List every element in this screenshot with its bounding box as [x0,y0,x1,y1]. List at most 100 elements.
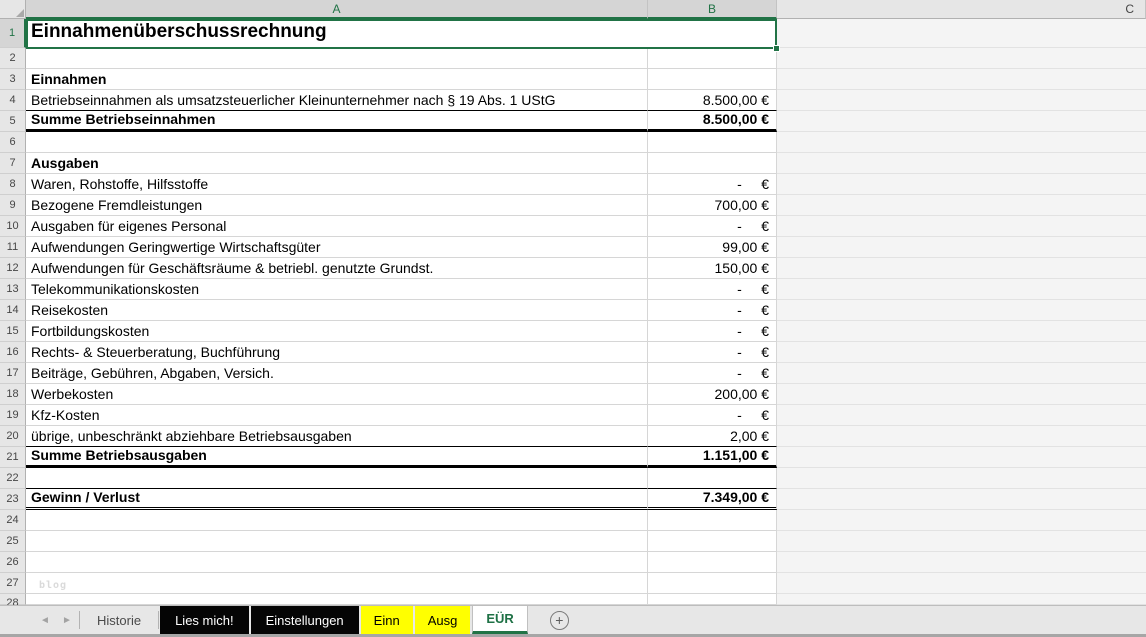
cell-A12[interactable]: Aufwendungen für Geschäftsräume & betrie… [26,258,648,279]
cell-B19[interactable]: - € [648,405,777,426]
row-header-5[interactable]: 5 [0,111,26,132]
cell-A6[interactable] [26,132,648,153]
cell-B16[interactable]: - € [648,342,777,363]
cell-C5[interactable] [777,111,1146,132]
row-header-16[interactable]: 16 [0,342,26,363]
row-header-10[interactable]: 10 [0,216,26,237]
cell-B6[interactable] [648,132,777,153]
row-header-23[interactable]: 23 [0,489,26,510]
cell-C15[interactable] [777,321,1146,342]
cell-C22[interactable] [777,468,1146,489]
cell-C3[interactable] [777,69,1146,90]
cell-B21[interactable]: 1.151,00 € [648,447,777,468]
row-header-4[interactable]: 4 [0,90,26,111]
cell-A20[interactable]: übrige, unbeschränkt abziehbare Betriebs… [26,426,648,447]
cell-B4[interactable]: 8.500,00 € [648,90,777,111]
cell-B3[interactable] [648,69,777,90]
cell-A14[interactable]: Reisekosten [26,300,648,321]
cell-C26[interactable] [777,552,1146,573]
sheet-tab-eür[interactable]: EÜR [472,606,527,634]
cell-A5[interactable]: Summe Betriebseinnahmen [26,111,648,132]
cell-C9[interactable] [777,195,1146,216]
cell-B23[interactable]: 7.349,00 € [648,489,777,510]
cell-B11[interactable]: 99,00 € [648,237,777,258]
cell-B5[interactable]: 8.500,00 € [648,111,777,132]
cell-A13[interactable]: Telekommunikationskosten [26,279,648,300]
row-header-22[interactable]: 22 [0,468,26,489]
cell-A27[interactable]: blog [26,573,648,594]
cell-C13[interactable] [777,279,1146,300]
cell-A23[interactable]: Gewinn / Verlust [26,489,648,510]
cell-A7[interactable]: Ausgaben [26,153,648,174]
cell-C6[interactable] [777,132,1146,153]
cell-C16[interactable] [777,342,1146,363]
cell-B25[interactable] [648,531,777,552]
row-header-8[interactable]: 8 [0,174,26,195]
row-header-6[interactable]: 6 [0,132,26,153]
cell-B24[interactable] [648,510,777,531]
cell-C25[interactable] [777,531,1146,552]
row-header-25[interactable]: 25 [0,531,26,552]
row-header-9[interactable]: 9 [0,195,26,216]
row-header-27[interactable]: 27 [0,573,26,594]
row-header-13[interactable]: 13 [0,279,26,300]
cell-B8[interactable]: - € [648,174,777,195]
cell-B17[interactable]: - € [648,363,777,384]
cell-B2[interactable] [648,48,777,69]
cell-B12[interactable]: 150,00 € [648,258,777,279]
cell-C8[interactable] [777,174,1146,195]
column-header-b[interactable]: B [648,0,777,19]
cell-B28[interactable] [648,594,777,605]
cell-B10[interactable]: - € [648,216,777,237]
cell-B9[interactable]: 700,00 € [648,195,777,216]
selection-a1-b1[interactable] [26,19,777,49]
cell-C24[interactable] [777,510,1146,531]
cell-C21[interactable] [777,447,1146,468]
cell-A19[interactable]: Kfz-Kosten [26,405,648,426]
cell-A4[interactable]: Betriebseinnahmen als umsatzsteuerlicher… [26,90,648,111]
cell-B13[interactable]: - € [648,279,777,300]
row-header-28[interactable]: 28 [0,594,26,605]
cell-B26[interactable] [648,552,777,573]
row-header-24[interactable]: 24 [0,510,26,531]
cell-A26[interactable] [26,552,648,573]
row-header-20[interactable]: 20 [0,426,26,447]
cell-C27[interactable] [777,573,1146,594]
cell-C18[interactable] [777,384,1146,405]
cell-A2[interactable] [26,48,648,69]
cell-A11[interactable]: Aufwendungen Geringwertige Wirtschaftsgü… [26,237,648,258]
row-header-14[interactable]: 14 [0,300,26,321]
cell-C7[interactable] [777,153,1146,174]
cell-A10[interactable]: Ausgaben für eigenes Personal [26,216,648,237]
cell-A25[interactable] [26,531,648,552]
cell-B27[interactable] [648,573,777,594]
row-header-11[interactable]: 11 [0,237,26,258]
row-header-15[interactable]: 15 [0,321,26,342]
cell-B14[interactable]: - € [648,300,777,321]
cell-C20[interactable] [777,426,1146,447]
column-header-c[interactable]: C [777,0,1146,19]
cell-B20[interactable]: 2,00 € [648,426,777,447]
row-header-12[interactable]: 12 [0,258,26,279]
cell-A21[interactable]: Summe Betriebsausgaben [26,447,648,468]
cell-C28[interactable] [777,594,1146,605]
row-header-21[interactable]: 21 [0,447,26,468]
column-header-a[interactable]: A [26,0,648,19]
row-header-1[interactable]: 1 [0,19,26,48]
cell-A24[interactable] [26,510,648,531]
sheet-tab-lies-mich[interactable]: Lies mich! [160,606,249,634]
row-header-17[interactable]: 17 [0,363,26,384]
cell-C23[interactable] [777,489,1146,510]
cell-C4[interactable] [777,90,1146,111]
cell-C12[interactable] [777,258,1146,279]
sheet-tab-ausg[interactable]: Ausg [415,606,471,634]
cell-C19[interactable] [777,405,1146,426]
row-header-3[interactable]: 3 [0,69,26,90]
cell-A18[interactable]: Werbekosten [26,384,648,405]
cell-A28[interactable] [26,594,648,605]
sheet-tab-einstellungen[interactable]: Einstellungen [251,606,359,634]
cell-A15[interactable]: Fortbildungskosten [26,321,648,342]
cell-B7[interactable] [648,153,777,174]
cell-C17[interactable] [777,363,1146,384]
sheet-tab-einn[interactable]: Einn [361,606,413,634]
